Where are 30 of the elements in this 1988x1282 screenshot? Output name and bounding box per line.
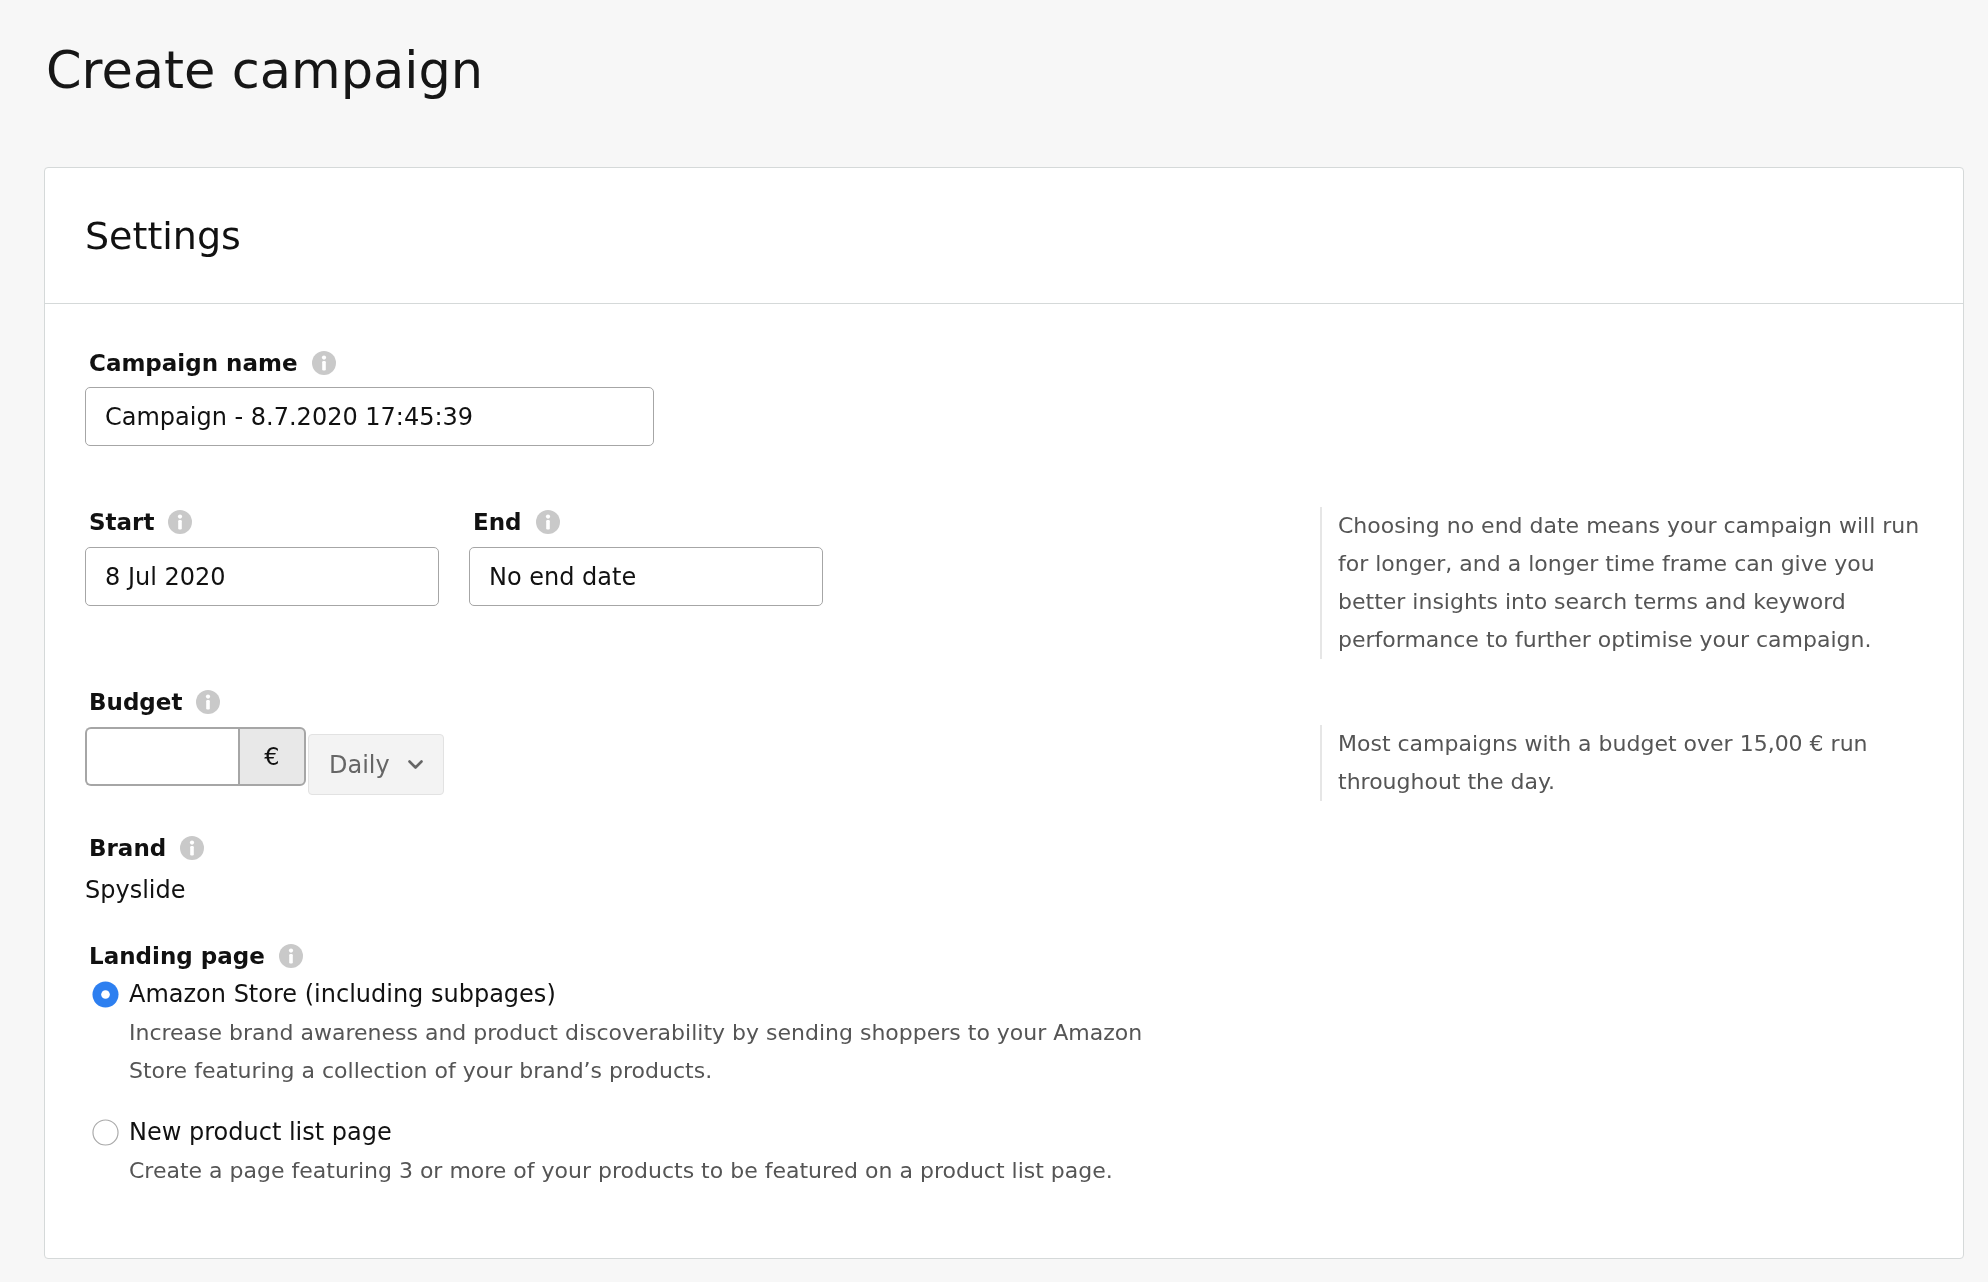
info-icon[interactable]: [311, 351, 336, 375]
hint-text: Most campaigns with a budget over 15,00 € run throughout the day.: [1320, 725, 1923, 801]
info-icon[interactable]: [278, 944, 303, 968]
option-label[interactable]: New product list page: [129, 1117, 392, 1147]
chevron-down-icon: [407, 760, 423, 769]
field-label: Campaign name: [89, 349, 298, 378]
info-icon[interactable]: [180, 836, 205, 860]
section-title: Settings: [85, 212, 241, 260]
option-description: Create a page featuring 3 or more of your products to be featured on a product list page.: [129, 1157, 1114, 1185]
field-label: Start: [89, 508, 155, 537]
info-icon[interactable]: [168, 510, 193, 534]
option-label[interactable]: Amazon Store (including subpages): [129, 979, 556, 1009]
end-date-input[interactable]: No end date: [469, 547, 823, 606]
page-title: Create campaign: [45, 40, 484, 102]
currency-addon: €: [238, 727, 306, 786]
field-label: Brand: [89, 834, 167, 863]
period-dropdown[interactable]: Daily: [308, 734, 444, 795]
hint-text: Choosing no end date means your campaign will run for longer, and a longer time frame can give you better insights into search terms and keyword performance to further optimise your campaign.: [1320, 507, 1923, 659]
field-label: Budget: [89, 688, 183, 717]
field-label: End: [473, 508, 522, 537]
field-label: Landing page: [89, 942, 265, 971]
radio-button[interactable]: [92, 1118, 119, 1146]
brand-value: Spyslide: [85, 875, 186, 905]
option-description: Increase brand awareness and product discoverability by sending shoppers to your Amazon Store featuring a collection of your brand’s products.: [129, 1019, 1144, 1085]
info-icon[interactable]: [535, 510, 560, 534]
campaign-name-input[interactable]: Campaign - 8.7.2020 17:45:39: [85, 387, 654, 446]
info-icon[interactable]: [196, 690, 221, 714]
start-date-input[interactable]: 8 Jul 2020: [85, 547, 439, 606]
budget-input[interactable]: [85, 727, 238, 786]
radio-button[interactable]: [92, 980, 119, 1008]
